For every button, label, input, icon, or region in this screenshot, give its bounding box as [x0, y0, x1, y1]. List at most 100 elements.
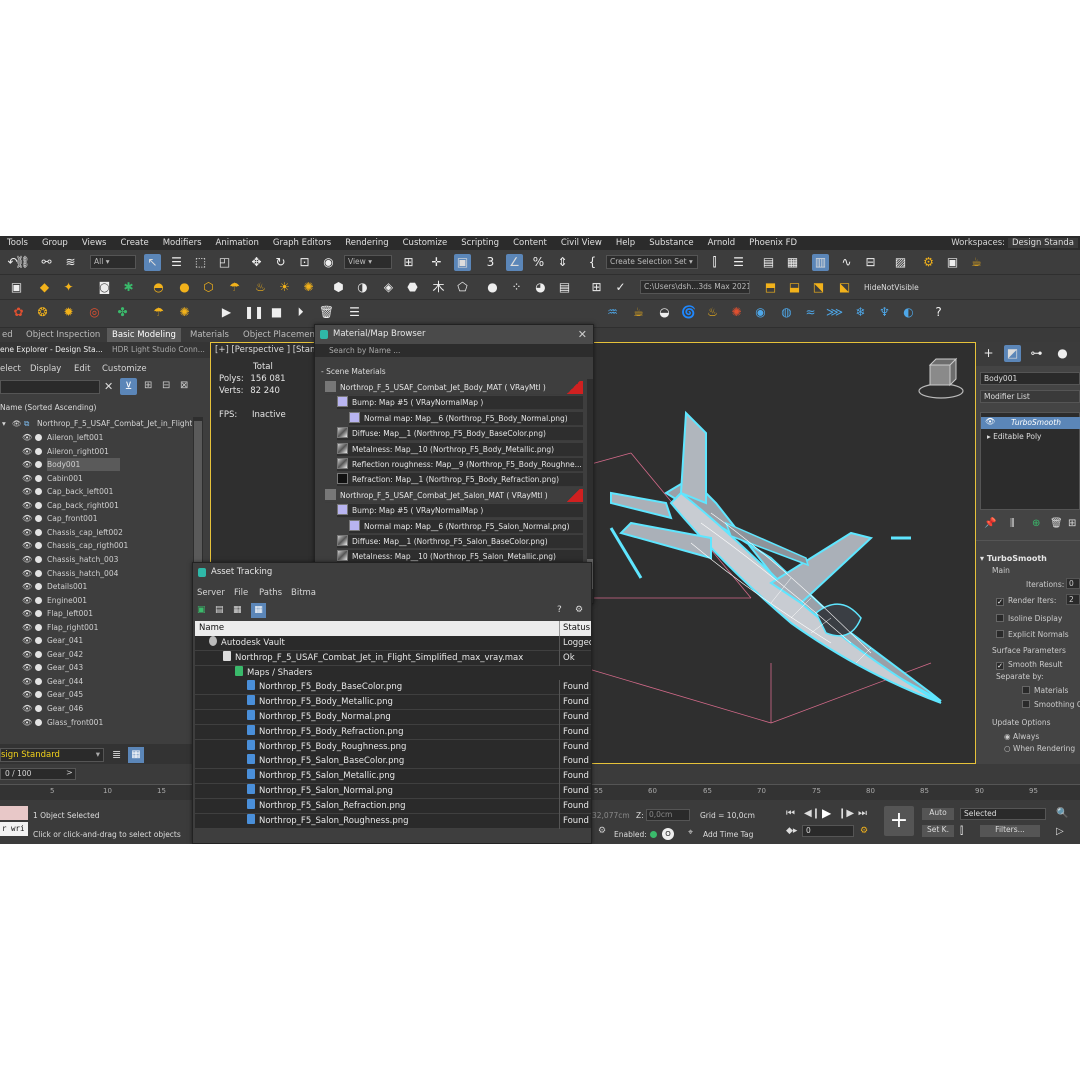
wave-icon[interactable]: ≈: [802, 304, 819, 321]
water-icon[interactable]: ♒: [604, 304, 621, 321]
render-dot-icon[interactable]: [35, 610, 42, 618]
menu-item[interactable]: Content: [506, 238, 554, 248]
visibility-eye-icon[interactable]: 👁: [985, 417, 995, 426]
column-name[interactable]: Name: [199, 621, 224, 636]
menu-item[interactable]: Rendering: [338, 238, 395, 248]
filters-button[interactable]: Filters...: [980, 825, 1040, 837]
scale-icon[interactable]: ⊡: [296, 254, 313, 271]
table-view-icon[interactable]: ▦: [233, 605, 242, 615]
render-dot-icon[interactable]: [35, 569, 42, 577]
scene-object-row[interactable]: 👁 Chassis_hatch_004: [0, 567, 192, 580]
close-icon[interactable]: ✕: [578, 325, 587, 344]
scene-object-row[interactable]: 👁 Cap_back_left001: [0, 485, 192, 498]
vray-sun-icon[interactable]: ☀: [276, 279, 293, 296]
render-setup-icon[interactable]: ⚙: [920, 254, 937, 271]
eye-icon[interactable]: 👁: [22, 702, 32, 715]
grid-view-icon[interactable]: ▦: [251, 603, 266, 618]
menu-paths[interactable]: Paths: [259, 588, 282, 598]
folder-icon[interactable]: ⬒: [762, 279, 779, 296]
workspace-value[interactable]: Design Standa: [1008, 238, 1078, 248]
asset-row[interactable]: Maps / Shaders: [195, 665, 591, 681]
splash-icon[interactable]: ❄: [852, 304, 869, 321]
scene-object-row[interactable]: 👁 Chassis_cap_left002: [0, 526, 192, 539]
smooth-result-checkbox[interactable]: ✓ Smooth Result: [996, 660, 1063, 670]
vray-camera-icon[interactable]: ◙: [96, 279, 113, 296]
scene-explorer-icon[interactable]: ▥: [812, 254, 829, 271]
menu-server[interactable]: Server: [197, 588, 225, 598]
render-dot-icon[interactable]: [35, 461, 42, 469]
always-radio[interactable]: ◉ Always: [1004, 732, 1039, 741]
scene-object-row[interactable]: 👁 Aileron_right001: [0, 445, 192, 458]
orbit-icon[interactable]: ▷: [1056, 826, 1064, 837]
vray-grass-icon[interactable]: ⽊: [430, 279, 447, 296]
eye-icon[interactable]: 👁: [22, 607, 32, 620]
configure-sets-icon[interactable]: ⊞: [1068, 518, 1076, 529]
prev-frame-icon[interactable]: ◀❙: [804, 808, 820, 819]
fire-icon[interactable]: ❂: [34, 304, 51, 321]
map-row[interactable]: Refraction: Map__1 (Northrop_F5_Body_Ref…: [337, 473, 583, 488]
scene-materials-group[interactable]: - Scene Materials: [321, 367, 386, 376]
play-animation-icon[interactable]: ▶: [822, 806, 831, 820]
smoothing-groups-checkbox[interactable]: Smoothing G: [1022, 700, 1080, 709]
render-iters-input[interactable]: 2: [1066, 594, 1080, 605]
curve-editor-icon[interactable]: ∿: [838, 254, 855, 271]
render-dot-icon[interactable]: [35, 434, 42, 441]
camera-icon[interactable]: ▣: [8, 279, 25, 296]
layer-explorer-icon[interactable]: ▤: [760, 254, 777, 271]
eye-icon[interactable]: 👁: [22, 499, 32, 512]
menu-edit[interactable]: Edit: [74, 364, 90, 374]
unlink-icon[interactable]: ⚯: [38, 254, 55, 271]
asset-row[interactable]: Northrop_F5_Body_Metallic.png Found: [195, 695, 591, 711]
angle-snap-icon[interactable]: ∠: [506, 254, 523, 271]
eye-icon[interactable]: 👁: [22, 445, 32, 458]
vray-sky-icon[interactable]: ✺: [300, 279, 317, 296]
enabled-indicator-icon[interactable]: [650, 831, 657, 838]
render-dot-icon[interactable]: [35, 705, 42, 712]
menu-display[interactable]: Display: [30, 364, 61, 374]
eye-icon[interactable]: 👁: [22, 539, 32, 552]
umbrella-icon[interactable]: ☂: [150, 304, 167, 321]
render-icon[interactable]: ☕: [968, 254, 985, 271]
resume-icon[interactable]: ⏵: [292, 304, 309, 321]
vray-dome-light-icon[interactable]: ◓: [150, 279, 167, 296]
scene-object-row[interactable]: 👁 Gear_046: [0, 702, 192, 715]
add-time-tag[interactable]: Add Time Tag: [703, 830, 753, 839]
material-row[interactable]: Northrop_F_5_USAF_Combat_Jet_Salon_MAT (…: [325, 488, 583, 503]
goto-end-icon[interactable]: ⏭: [858, 808, 867, 819]
next-key-icon[interactable]: ❙▶: [838, 808, 854, 819]
menu-item[interactable]: Customize: [396, 238, 455, 248]
map-row[interactable]: Diffuse: Map__1 (Northrop_F5_Body_BaseCo…: [337, 427, 583, 442]
liquid-icon[interactable]: ◉: [752, 304, 769, 321]
scene-object-row[interactable]: 👁 Chassis_hatch_003: [0, 553, 192, 566]
eye-icon[interactable]: 👁: [22, 594, 32, 607]
material-row[interactable]: Northrop_F_5_USAF_Combat_Jet_Body_MAT ( …: [325, 381, 583, 395]
vray-sphere-light-icon[interactable]: ●: [176, 279, 193, 296]
menu-select[interactable]: elect: [0, 364, 21, 374]
keyboard-shortcut-icon[interactable]: ▣: [454, 254, 471, 271]
when-rendering-radio[interactable]: ○ When Rendering: [1004, 744, 1075, 753]
menu-item[interactable]: Create: [113, 238, 155, 248]
key-mode-icon[interactable]: ◆▸: [786, 826, 797, 836]
hierarchy-tab-icon[interactable]: ⊶: [1028, 345, 1045, 362]
menu-bitmap[interactable]: Bitma: [291, 588, 316, 598]
select-manipulate-icon[interactable]: ✛: [428, 254, 445, 271]
hierarchy-icon[interactable]: ⊞: [144, 380, 152, 391]
mug-icon[interactable]: ☕: [630, 304, 647, 321]
render-dot-icon[interactable]: [35, 637, 42, 645]
asset-row[interactable]: Northrop_F5_Body_BaseColor.png Found: [195, 680, 591, 696]
window-crossing-icon[interactable]: ◰: [216, 254, 233, 271]
iterations-input[interactable]: 0: [1066, 578, 1080, 589]
render-dot-icon[interactable]: [35, 488, 42, 496]
eye-icon[interactable]: 👁: [22, 621, 32, 634]
eye-icon[interactable]: 👁: [22, 634, 32, 647]
column-status[interactable]: Status: [559, 621, 590, 636]
eye-icon[interactable]: 👁: [12, 417, 22, 430]
render-dot-icon[interactable]: [35, 650, 42, 658]
asset-row[interactable]: Northrop_F5_Salon_Normal.png Found: [195, 784, 591, 799]
vortex-icon[interactable]: 🌀: [680, 304, 697, 321]
zoom-icon[interactable]: 🔍: [1056, 808, 1068, 819]
vray-mesh-icon[interactable]: ◈: [380, 279, 397, 296]
time-config-icon[interactable]: ⚙: [598, 826, 606, 836]
time-config-settings-icon[interactable]: ⚙: [860, 826, 868, 836]
box-icon[interactable]: ◆: [36, 279, 53, 296]
